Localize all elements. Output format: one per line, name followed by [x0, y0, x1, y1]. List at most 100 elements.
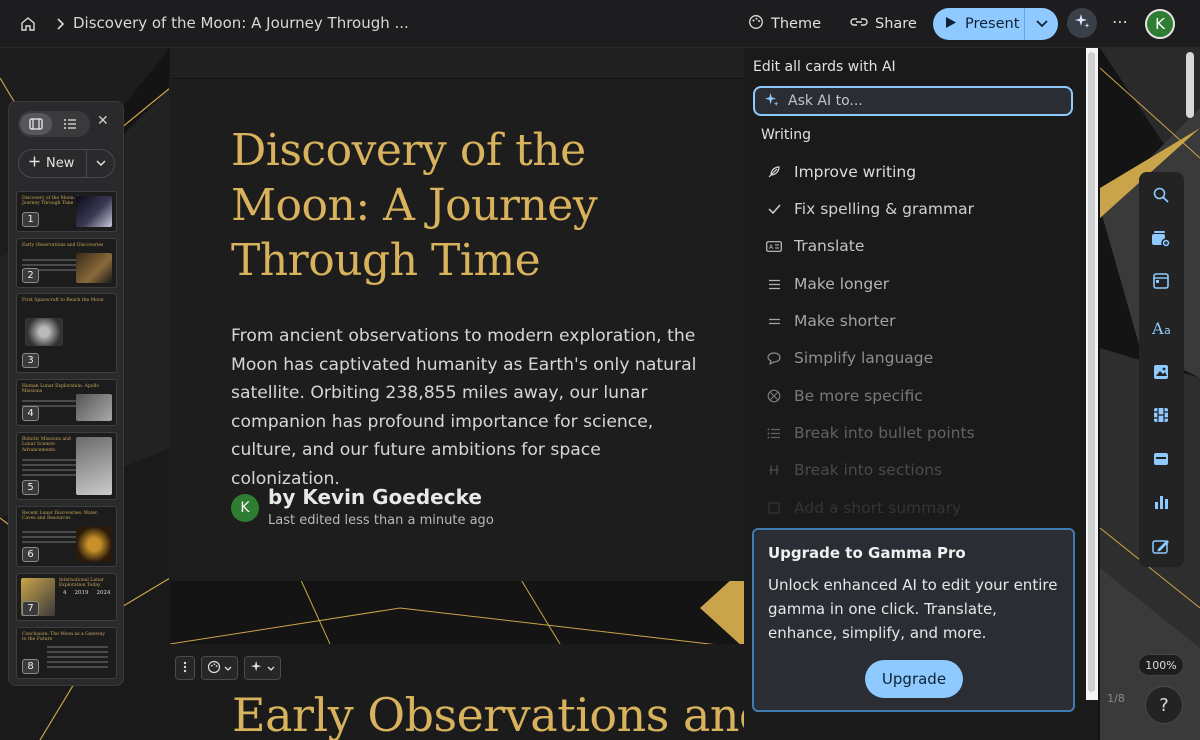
feather-icon [766, 165, 782, 179]
card-ai-button[interactable] [244, 656, 281, 680]
slide-thumbnail-image [76, 394, 112, 421]
slide-thumbnail-4[interactable]: Human Lunar Exploration: Apollo Missions… [16, 379, 117, 426]
ai-panel-scroll-thumb[interactable] [1088, 52, 1095, 692]
slide-thumbnail-image [76, 196, 112, 227]
ai-option-label: Be more specific [794, 387, 923, 405]
upgrade-title: Upgrade to Gamma Pro [768, 544, 966, 562]
slide-thumbnail-1[interactable]: Discovery of the Moon: A Journey Through… [16, 191, 117, 232]
chart-icon[interactable] [1151, 492, 1171, 512]
present-options[interactable] [1025, 16, 1058, 32]
help-button[interactable]: ? [1145, 686, 1183, 724]
upgrade-button[interactable]: Upgrade [865, 660, 963, 698]
user-avatar[interactable]: K [1145, 9, 1175, 39]
ai-option-label: Simplify language [794, 349, 934, 367]
document-title[interactable]: Discovery of the Moon: A Journey Through… [73, 14, 409, 32]
image-icon[interactable] [1151, 362, 1171, 382]
svg-text:A: A [1152, 320, 1164, 336]
slide-number: 1 [22, 212, 39, 227]
layout-icon[interactable] [1151, 271, 1171, 291]
slide-thumbnail-image [25, 318, 63, 346]
slide-thumbnail-stats: 4 2019 2024 [63, 590, 111, 596]
card-toolbar [175, 656, 281, 680]
play-icon [945, 16, 957, 33]
new-card-main[interactable]: New [19, 150, 87, 177]
writing-section-label: Writing [761, 127, 811, 143]
embed-icon[interactable] [1151, 449, 1171, 469]
video-icon[interactable] [1151, 405, 1171, 425]
plus-icon [29, 156, 40, 171]
chevron-down-icon [95, 156, 106, 171]
slide-thumbnail-title: Early Observations and Discoveries [22, 243, 104, 248]
speech-bubble-icon [766, 351, 782, 365]
present-label: Present [965, 16, 1020, 32]
page-scrollbar[interactable] [1186, 52, 1196, 122]
home-icon[interactable] [18, 14, 38, 34]
page-indicator: 1/8 [1107, 691, 1125, 705]
theme-button[interactable]: Theme [748, 12, 821, 36]
ai-option-make-shorter[interactable]: Make shorter [766, 310, 896, 332]
top-bar: Discovery of the Moon: A Journey Through… [0, 0, 1200, 48]
slide-thumbnail-2[interactable]: Early Observations and Discoveries 2 [16, 238, 117, 288]
slide-thumbnail-lines [47, 646, 108, 671]
ai-option-label: Improve writing [794, 163, 917, 181]
ai-option-break-into-sections[interactable]: Break into sections [766, 459, 942, 481]
slide-thumbnail-8[interactable]: Conclusion: The Moon as a Gateway to the… [16, 627, 117, 679]
card-view-toggle[interactable] [20, 113, 52, 135]
ai-panel-scrollbar[interactable] [1086, 48, 1098, 700]
check-icon [766, 204, 782, 214]
chevron-down-icon [267, 662, 275, 675]
translate-icon: A [766, 240, 782, 252]
ai-option-be-more-specific[interactable]: Be more specific [766, 385, 923, 407]
ask-ai-input[interactable]: Ask AI to... [753, 86, 1073, 116]
upgrade-popover: Upgrade to Gamma Pro Unlock enhanced AI … [752, 528, 1075, 712]
slide-thumbnail-lines [22, 459, 76, 479]
ai-option-improve-writing[interactable]: Improve writing [766, 161, 916, 183]
ai-sparkle-button[interactable] [1067, 8, 1097, 38]
ai-option-translate[interactable]: A Translate [766, 235, 864, 257]
slide-thumbnail-7[interactable]: International Lunar Exploration Today 4 … [16, 573, 117, 621]
slide-number: 2 [22, 268, 39, 283]
ai-option-label: Make shorter [794, 312, 896, 330]
slide-number: 8 [22, 659, 39, 674]
slide-thumbnail-title: Conclusion: The Moon as a Gateway to the… [22, 632, 105, 643]
slide-thumbnail-3[interactable]: First Spacecraft to Reach the Moon 3 [16, 293, 117, 373]
slide-thumbnail-title: International Lunar Exploration Today [59, 578, 104, 589]
add-card-icon[interactable] [1151, 229, 1171, 249]
slides-panel: ✕ New Discovery of the Moon: A Journey T… [8, 101, 124, 686]
sparkle-icon [250, 660, 264, 677]
palette-icon [748, 14, 764, 34]
edit-card-icon[interactable] [1151, 536, 1171, 556]
slide-thumbnail-stat: 4 [63, 590, 67, 596]
author-name[interactable]: by Kevin Goedecke [268, 485, 482, 509]
ai-option-bullet-points[interactable]: Break into bullet points [766, 422, 975, 444]
list-view-toggle[interactable] [54, 113, 86, 135]
ai-option-add-summary[interactable]: Add a short summary [766, 497, 961, 519]
chevron-right-icon [50, 14, 70, 34]
close-panel-icon[interactable]: ✕ [97, 113, 109, 129]
more-options-button[interactable]: ⋯ [1112, 12, 1129, 31]
slide-thumbnail-title: First Spacecraft to Reach the Moon [22, 298, 104, 303]
ai-panel-heading: Edit all cards with AI [753, 59, 896, 75]
card-style-button[interactable] [201, 656, 238, 680]
card-title[interactable]: Discovery of the Moon: A Journey Through… [231, 123, 691, 288]
new-label: New [46, 156, 75, 171]
chevron-down-icon [1035, 16, 1048, 32]
present-button[interactable]: Present [933, 8, 1058, 40]
ai-option-fix-spelling[interactable]: Fix spelling & grammar [766, 198, 974, 220]
ai-option-simplify-language[interactable]: Simplify language [766, 347, 933, 369]
zoom-level[interactable]: 100% [1138, 654, 1184, 676]
share-label: Share [875, 16, 917, 32]
new-card-button[interactable]: New [18, 149, 115, 178]
ai-option-make-longer[interactable]: Make longer [766, 273, 889, 295]
title-card[interactable]: Discovery of the Moon: A Journey Through… [169, 79, 744, 581]
share-button[interactable]: Share [850, 12, 917, 36]
slide-thumbnail-5[interactable]: Robotic Missions and Lunar Science Advan… [16, 432, 117, 500]
slide-thumbnail-lines [22, 531, 76, 546]
slide-thumbnail-6[interactable]: Recent Lunar Discoveries: Water, Caves a… [16, 506, 117, 567]
text-style-icon[interactable]: Aa [1151, 318, 1175, 338]
new-card-options[interactable] [87, 156, 114, 171]
card-menu-button[interactable] [175, 656, 195, 680]
search-icon[interactable] [1151, 185, 1171, 205]
card-body-text[interactable]: From ancient observations to modern expl… [231, 322, 701, 493]
present-main[interactable]: Present [933, 8, 1025, 40]
